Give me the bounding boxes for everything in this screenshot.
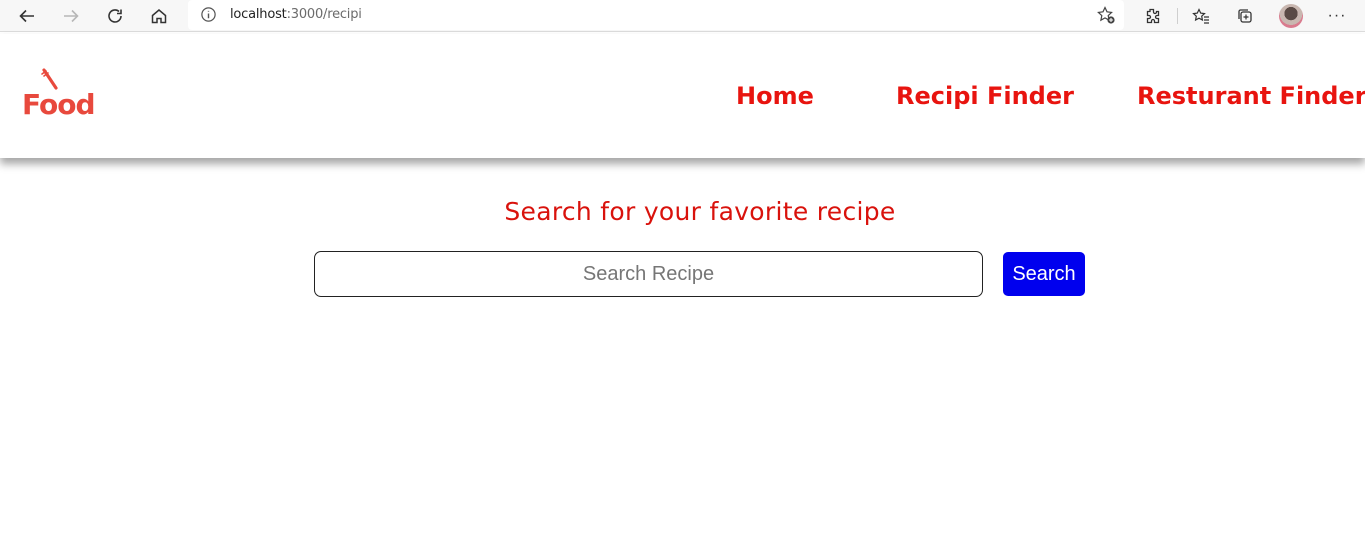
favorites-icon[interactable] (1188, 3, 1214, 29)
home-icon[interactable] (146, 3, 172, 29)
back-icon[interactable] (14, 3, 40, 29)
add-favorite-icon[interactable] (1096, 5, 1116, 25)
url-path: :3000/recipi (286, 7, 362, 22)
nav-home[interactable]: Home (736, 82, 814, 110)
browser-toolbar: localhost:3000/recipi ··· (0, 0, 1365, 32)
toolbar-separator (1177, 8, 1178, 24)
search-button[interactable]: Search (1003, 252, 1085, 296)
logo-text: Food (22, 88, 96, 121)
url-host: localhost (230, 7, 287, 22)
profile-avatar[interactable] (1279, 4, 1303, 28)
extensions-icon[interactable] (1139, 3, 1165, 29)
nav-resturant-finder[interactable]: Resturant Finder (1137, 82, 1365, 110)
food-logo[interactable]: Food (22, 68, 98, 121)
collections-icon[interactable] (1232, 3, 1258, 29)
nav-recipi-finder[interactable]: Recipi Finder (896, 82, 1074, 110)
url-text: localhost:3000/recipi (230, 7, 362, 22)
more-options-icon[interactable]: ··· (1324, 3, 1350, 29)
address-bar[interactable]: localhost:3000/recipi (188, 0, 1124, 30)
forward-icon[interactable] (58, 3, 84, 29)
site-info-icon[interactable] (200, 6, 217, 23)
search-recipe-input[interactable] (314, 251, 983, 297)
site-navbar: Food Home Recipi Finder Resturant Finder (0, 34, 1365, 158)
refresh-icon[interactable] (102, 3, 128, 29)
page-heading: Search for your favorite recipe (504, 197, 896, 226)
